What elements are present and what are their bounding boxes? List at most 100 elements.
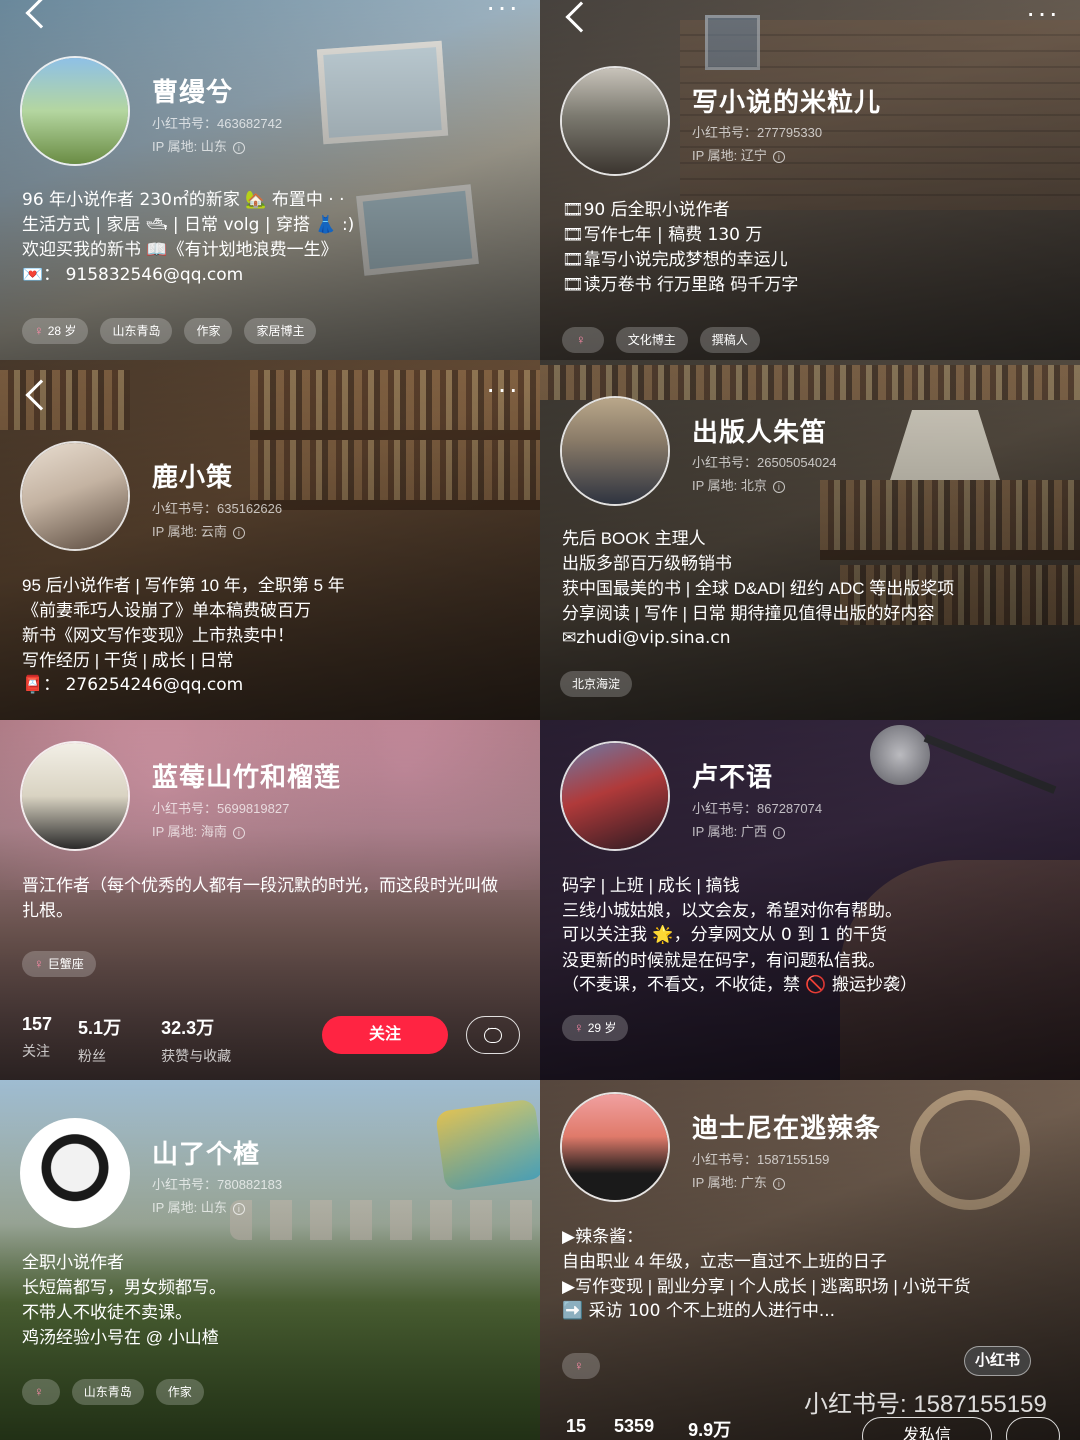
profile-id: 小红书号：780882183 [152, 1177, 283, 1192]
tag-profession[interactable]: 作家 [184, 318, 233, 344]
profile-id: 小红书号：26505054024 [692, 455, 837, 470]
bio-line: ▶写作变现 | 副业分享 | 个人成长 | 逃离职场 | 小说干货 [562, 1277, 971, 1296]
more-dots-icon[interactable]: ··· [1026, 0, 1060, 27]
profile-meta: 小红书号：635162626 IP 属地: 云南 i [152, 497, 282, 543]
stat-followers[interactable]: 5.1万 粉丝 [78, 1014, 121, 1066]
avatar[interactable] [20, 1118, 130, 1228]
info-icon[interactable]: i [232, 826, 245, 839]
bio-line: 全职小说作者 [22, 1253, 124, 1272]
avatar[interactable] [20, 56, 130, 166]
tag-profession[interactable]: 作家 [155, 1379, 204, 1405]
ip-location: IP 属地: 北京 [692, 478, 767, 493]
bio-line: 95 后小说作者 | 写作第 10 年，全职第 5 年 [22, 576, 345, 595]
bio-line: 鸡汤经验小号在 @ 小山楂 [22, 1328, 219, 1347]
message-button[interactable] [466, 1016, 520, 1054]
profile-card-7: 山了个楂 小红书号：780882183 IP 属地: 山东 i 全职小说作者 长短… [0, 1080, 540, 1440]
profile-stats: 157 关注 5.1万 粉丝 32.3万 获赞与收藏 [22, 1014, 231, 1066]
info-icon[interactable]: i [772, 826, 785, 839]
profile-name: 卢不语 [692, 762, 774, 792]
info-icon[interactable]: i [772, 150, 785, 163]
info-icon[interactable]: i [232, 1202, 245, 1215]
tag-location[interactable]: 山东青岛 [71, 1379, 144, 1405]
profile-bio: 全职小说作者 长短篇都写，男女频都写。 不带人不收徒不卖课。 鸡汤经验小号在 @… [22, 1250, 226, 1350]
chat-bubble-icon [484, 1023, 502, 1043]
avatar[interactable] [560, 741, 670, 851]
info-icon[interactable]: i [772, 480, 785, 493]
tag-category[interactable]: 文化博主 [615, 327, 688, 353]
bio-line: 获中国最美的书 | 全球 D&AD| 纽约 ADC 等出版奖项 [562, 579, 955, 598]
bio-line: 先后 BOOK 主理人 [562, 529, 706, 548]
bio-line: 💌： 915832546@qq.com [22, 265, 244, 285]
direct-message-button[interactable]: 发私信 [862, 1417, 993, 1440]
profile-meta: 小红书号：780882183 IP 属地: 山东 i [152, 1173, 282, 1219]
profile-bio: 码字 | 上班 | 成长 | 搞钱 三线小城姑娘，以文会友，希望对你有帮助。 可… [562, 873, 917, 998]
avatar[interactable] [560, 1092, 670, 1202]
avatar[interactable] [20, 441, 130, 551]
watermark-id-text: 小红书号: 1587155159 [804, 1391, 1047, 1418]
avatar[interactable] [560, 396, 670, 506]
info-icon[interactable]: i [772, 1177, 785, 1190]
stat-followers[interactable]: 5359 [614, 1416, 654, 1440]
profile-name: 迪士尼在逃辣条 [692, 1113, 882, 1143]
bio-line: 长短篇都写，男女频都写。 [22, 1278, 226, 1297]
tag-gender[interactable]: ♀ [22, 1379, 60, 1405]
follow-button[interactable]: 关注 [322, 1016, 448, 1054]
profile-bio: ▶辣条酱： 自由职业 4 年级，立志一直过不上班的日子 ▶写作变现 | 副业分享… [562, 1224, 971, 1324]
ip-location: IP 属地: 广西 [692, 824, 767, 839]
stat-likes[interactable]: 32.3万 获赞与收藏 [161, 1014, 231, 1066]
info-icon[interactable]: i [232, 526, 245, 539]
tag-category[interactable]: 家居博主 [244, 318, 317, 344]
stat-following[interactable]: 157 关注 [22, 1014, 52, 1066]
profile-id: 小红书号：277795330 [692, 125, 823, 140]
tag-gender[interactable]: ♀ [562, 327, 604, 353]
bio-line: 生活方式 | 家居 🛥 | 日常 volg | 穿搭 👗 :) [22, 215, 355, 235]
profile-card-5: 蓝莓山竹和榴莲 小红书号：5699819827 IP 属地: 海南 i 晋江作者（… [0, 720, 540, 1080]
avatar[interactable] [20, 741, 130, 851]
info-icon[interactable]: i [232, 141, 245, 154]
bio-line: 分享阅读 | 写作 | 日常 期待撞见值得出版的好内容 [562, 604, 935, 623]
tag-age[interactable]: ♀ 28 岁 [22, 318, 89, 344]
bio-line: 🎞读万卷书 行万里路 码千万字 [562, 275, 799, 295]
bio-line: 晋江作者（每个优秀的人都有一段沉默的时光，而这段时光叫做 [22, 876, 498, 895]
profile-meta: 小红书号：463682742 IP 属地: 山东 i [152, 112, 282, 158]
bio-line: 自由职业 4 年级，立志一直过不上班的日子 [562, 1252, 887, 1271]
ip-location: IP 属地: 云南 [152, 524, 227, 539]
bio-line: 📮： 276254246@qq.com [22, 675, 244, 695]
profile-bio: 🎞90 后全职小说作者 🎞写作七年 | 稿费 130 万 🎞靠写小说完成梦想的幸… [562, 198, 798, 298]
bio-line: 码字 | 上班 | 成长 | 搞钱 [562, 876, 740, 895]
tag-age[interactable]: ♀ 29 岁 [562, 1015, 629, 1041]
ip-location: IP 属地: 山东 [152, 139, 227, 154]
more-dots-icon[interactable]: ··· [486, 375, 520, 403]
tag-profession[interactable]: 撰稿人 [699, 327, 760, 353]
profile-name: 山了个楂 [152, 1139, 261, 1169]
tag-location[interactable]: 山东青岛 [100, 318, 173, 344]
more-options-button[interactable] [1006, 1417, 1060, 1440]
tag-location[interactable]: 北京海淀 [560, 671, 633, 697]
profile-id: 小红书号：463682742 [152, 116, 283, 131]
profile-id: 小红书号：1587155159 [692, 1152, 830, 1167]
stat-likes[interactable]: 9.9万 [688, 1416, 731, 1440]
more-dots-icon[interactable]: ··· [486, 0, 520, 21]
profile-meta: 小红书号：5699819827 IP 属地: 海南 i [152, 797, 289, 843]
bio-line: ✉zhudi@vip.sina.cn [562, 628, 731, 648]
ip-location: IP 属地: 广东 [692, 1175, 767, 1190]
avatar[interactable] [560, 66, 670, 176]
profile-card-6: 卢不语 小红书号：867287074 IP 属地: 广西 i 码字 | 上班 | … [540, 720, 1080, 1080]
bio-line: 出版多部百万级畅销书 [562, 554, 732, 573]
profile-bio: 96 年小说作者 230㎡的新家 🏡 布置中 · · 生活方式 | 家居 🛥 |… [22, 188, 354, 288]
tag-gender[interactable]: ♀ [562, 1353, 600, 1379]
female-icon: ♀ [574, 1358, 584, 1373]
profile-bio: 95 后小说作者 | 写作第 10 年，全职第 5 年 《前妻乖巧人设崩了》单本… [22, 573, 345, 698]
profile-name: 曹缦兮 [152, 77, 234, 107]
stat-following[interactable]: 15 [566, 1416, 586, 1440]
tag-list: ♀ 29 岁 [562, 1015, 629, 1041]
bio-line: 不带人不收徒不卖课。 [22, 1303, 192, 1322]
bio-line: 新书《网文写作变现》上市热卖中！ [22, 626, 294, 645]
profile-name: 写小说的米粒儿 [692, 87, 882, 117]
female-icon: ♀ [34, 1384, 44, 1399]
bio-line: 三线小城姑娘，以文会友，希望对你有帮助。 [562, 901, 902, 920]
profile-meta: 小红书号：1587155159 IP 属地: 广东 i [692, 1148, 829, 1194]
profile-name: 出版人朱笛 [692, 417, 828, 447]
tag-zodiac[interactable]: ♀ 巨蟹座 [22, 951, 96, 977]
female-icon: ♀ [574, 1020, 584, 1035]
